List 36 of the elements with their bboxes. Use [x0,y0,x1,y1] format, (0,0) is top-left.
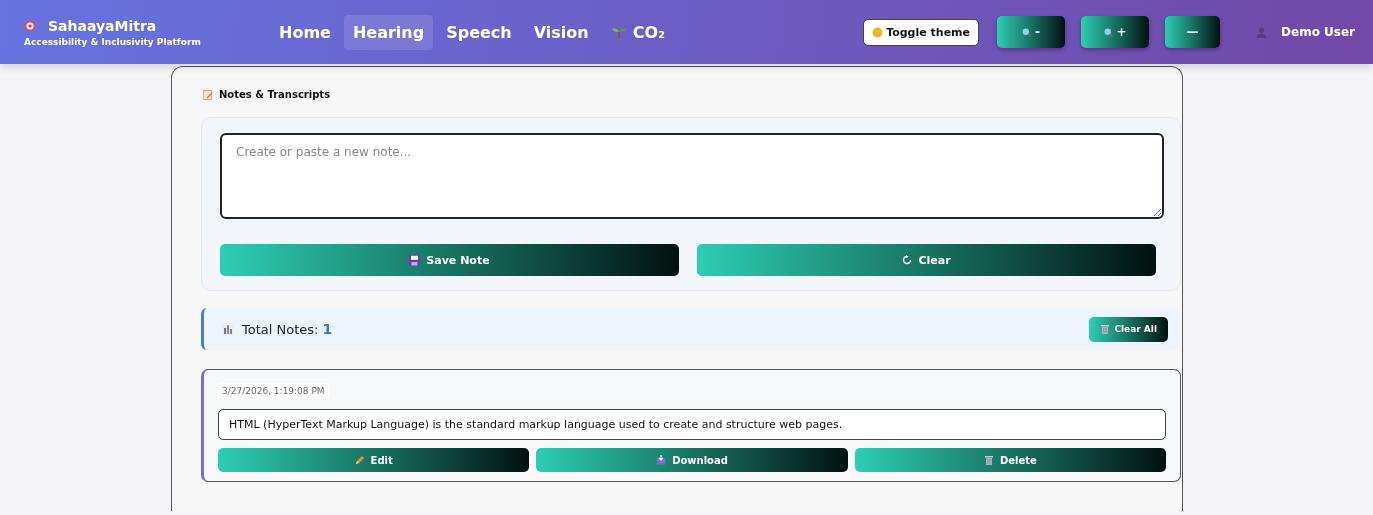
user-name: Demo User [1281,25,1355,39]
nav-tab[interactable]: Vision [524,14,598,50]
clear-all-button[interactable]: Clear All [1089,316,1168,342]
total-notes-count: 1 [322,321,333,337]
memo-icon [203,89,213,100]
note-input-field[interactable]: Create or paste a new note... [220,133,1164,219]
magnifier-icon [1022,27,1032,37]
edit-button[interactable]: Edit [218,448,530,472]
zoom-in-button[interactable]: + [1081,16,1150,48]
target-icon [24,19,36,32]
zoom-out-button[interactable]: - [997,16,1066,48]
refresh-icon [902,255,913,265]
delete-button[interactable]: Delete [854,448,1166,472]
nav-tab[interactable]: Home [270,14,340,50]
note-text: HTML (HyperText Markup Language) is the standard markup language used to create and structure web pages. [218,409,1166,440]
magnifier-icon [1103,27,1113,37]
nav-tab[interactable]: Speech [437,14,521,50]
total-notes-label: Total Notes: [242,321,319,337]
trash-icon [1100,324,1111,334]
reset-button[interactable]: — [1165,16,1221,48]
save-note-button[interactable]: Save Note [220,244,679,276]
sun-icon [872,26,884,38]
section-title: Notes & Transcripts [219,89,331,100]
brand-tagline: Accessibility & Inclusivity Platform [24,36,202,47]
nav-tab[interactable]: CO₂ [601,14,675,50]
brand-name: SahaayaMitra [48,17,157,34]
toggle-theme-button[interactable]: Toggle theme [863,18,980,46]
note-timestamp: 3/27/2026, 1:19:08 PM [218,383,329,399]
pencil-icon [354,455,365,465]
nav-tab[interactable]: Hearing [343,14,434,50]
inbox-tray-icon [656,455,667,465]
trash-icon [983,455,994,465]
download-button[interactable]: Download [536,448,848,472]
bar-chart-icon [222,323,234,335]
clear-button[interactable]: Clear [697,244,1156,276]
user-icon [1256,26,1268,38]
